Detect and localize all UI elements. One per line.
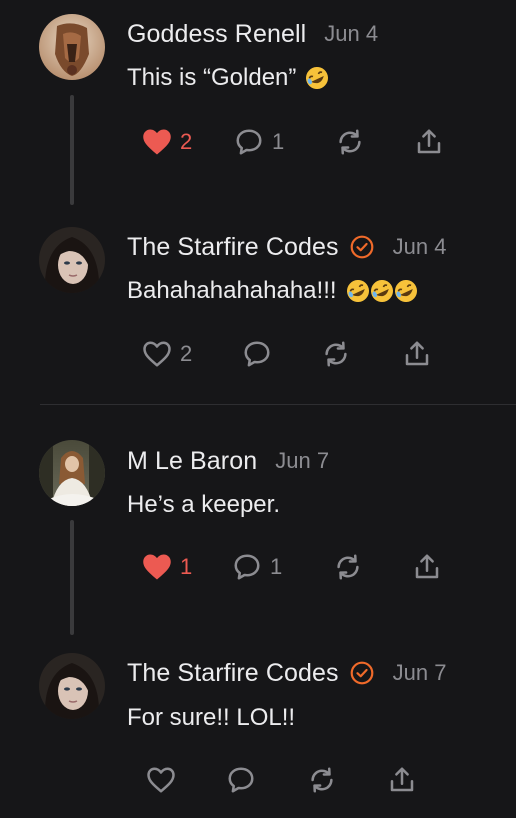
comment-text: This is “Golden” <box>127 62 330 94</box>
comment-body: Bahahahahahaha!!! <box>127 277 337 304</box>
comment-body: He’s a keeper. <box>127 491 280 518</box>
comment-icon <box>236 129 262 155</box>
reply-button[interactable]: 1 <box>232 549 282 585</box>
author-name[interactable]: M Le Baron <box>127 447 257 476</box>
restack-icon <box>325 341 347 367</box>
share-icon <box>405 341 429 366</box>
comment-date: Jun 4 <box>392 234 447 259</box>
restack-button[interactable] <box>306 762 338 798</box>
reply-button[interactable] <box>226 762 256 798</box>
restack-button[interactable] <box>332 549 364 585</box>
comment-actions: 2 <box>0 336 516 372</box>
author-name[interactable]: The Starfire Codes <box>127 233 339 262</box>
verified-badge-icon <box>349 660 375 686</box>
like-count: 2 <box>180 129 193 154</box>
like-count: 2 <box>180 341 193 366</box>
author-name[interactable]: The Starfire Codes <box>127 659 339 688</box>
reply-count: 1 <box>270 554 283 579</box>
restack-icon <box>311 767 333 793</box>
comment-icon <box>234 554 260 580</box>
rofl-emoji <box>304 65 330 91</box>
reply-button[interactable] <box>242 336 272 372</box>
share-icon <box>417 129 441 154</box>
share-button[interactable] <box>387 762 417 798</box>
comment-body: For sure!! LOL!! <box>127 704 296 731</box>
comment-actions: 1 1 <box>0 549 516 585</box>
comment-icon <box>244 341 270 367</box>
comment-header: Goddess Renell Jun 4 <box>127 18 378 50</box>
avatar[interactable] <box>39 653 105 719</box>
heart-icon <box>143 554 171 580</box>
reply-count: 1 <box>272 129 285 154</box>
like-button[interactable]: 2 <box>142 124 192 160</box>
restack-button[interactable] <box>334 124 366 160</box>
comment-divider <box>40 404 516 405</box>
share-button[interactable] <box>402 336 432 372</box>
avatar[interactable] <box>39 227 105 293</box>
comment-date: Jun 7 <box>275 448 330 473</box>
comment-text: For sure!! LOL!! <box>127 702 295 734</box>
share-button[interactable] <box>414 124 444 160</box>
heart-icon <box>143 341 171 367</box>
heart-icon <box>147 767 175 793</box>
comment-date: Jun 7 <box>392 660 447 685</box>
avatar[interactable] <box>39 440 105 506</box>
comment-actions <box>0 762 516 798</box>
like-button[interactable]: 1 <box>142 549 192 585</box>
avatar[interactable] <box>39 14 105 80</box>
comment-icon <box>228 767 254 793</box>
restack-icon <box>337 554 359 580</box>
comment-date: Jun 4 <box>324 21 379 46</box>
comment-header: The Starfire Codes Jun 4 <box>127 231 446 263</box>
like-button[interactable]: 2 <box>142 336 192 372</box>
share-button[interactable] <box>412 549 442 585</box>
share-icon <box>415 554 439 579</box>
reply-button[interactable]: 1 <box>234 124 284 160</box>
comment-header: The Starfire Codes Jun 7 <box>127 657 446 689</box>
rofl-emoji <box>345 278 419 304</box>
comment-actions: 2 1 <box>0 124 516 160</box>
comment-text: Bahahahahahaha!!! <box>127 275 419 307</box>
comment-body: This is “Golden” <box>127 64 297 91</box>
like-count: 1 <box>180 554 193 579</box>
restack-icon <box>339 129 361 155</box>
restack-button[interactable] <box>320 336 352 372</box>
comment-text: He’s a keeper. <box>127 489 280 521</box>
like-button[interactable] <box>146 762 184 798</box>
verified-badge-icon <box>349 234 375 260</box>
comment-header: M Le Baron Jun 7 <box>127 445 329 477</box>
share-icon <box>390 767 414 792</box>
heart-icon <box>143 129 171 155</box>
author-name[interactable]: Goddess Renell <box>127 20 306 49</box>
